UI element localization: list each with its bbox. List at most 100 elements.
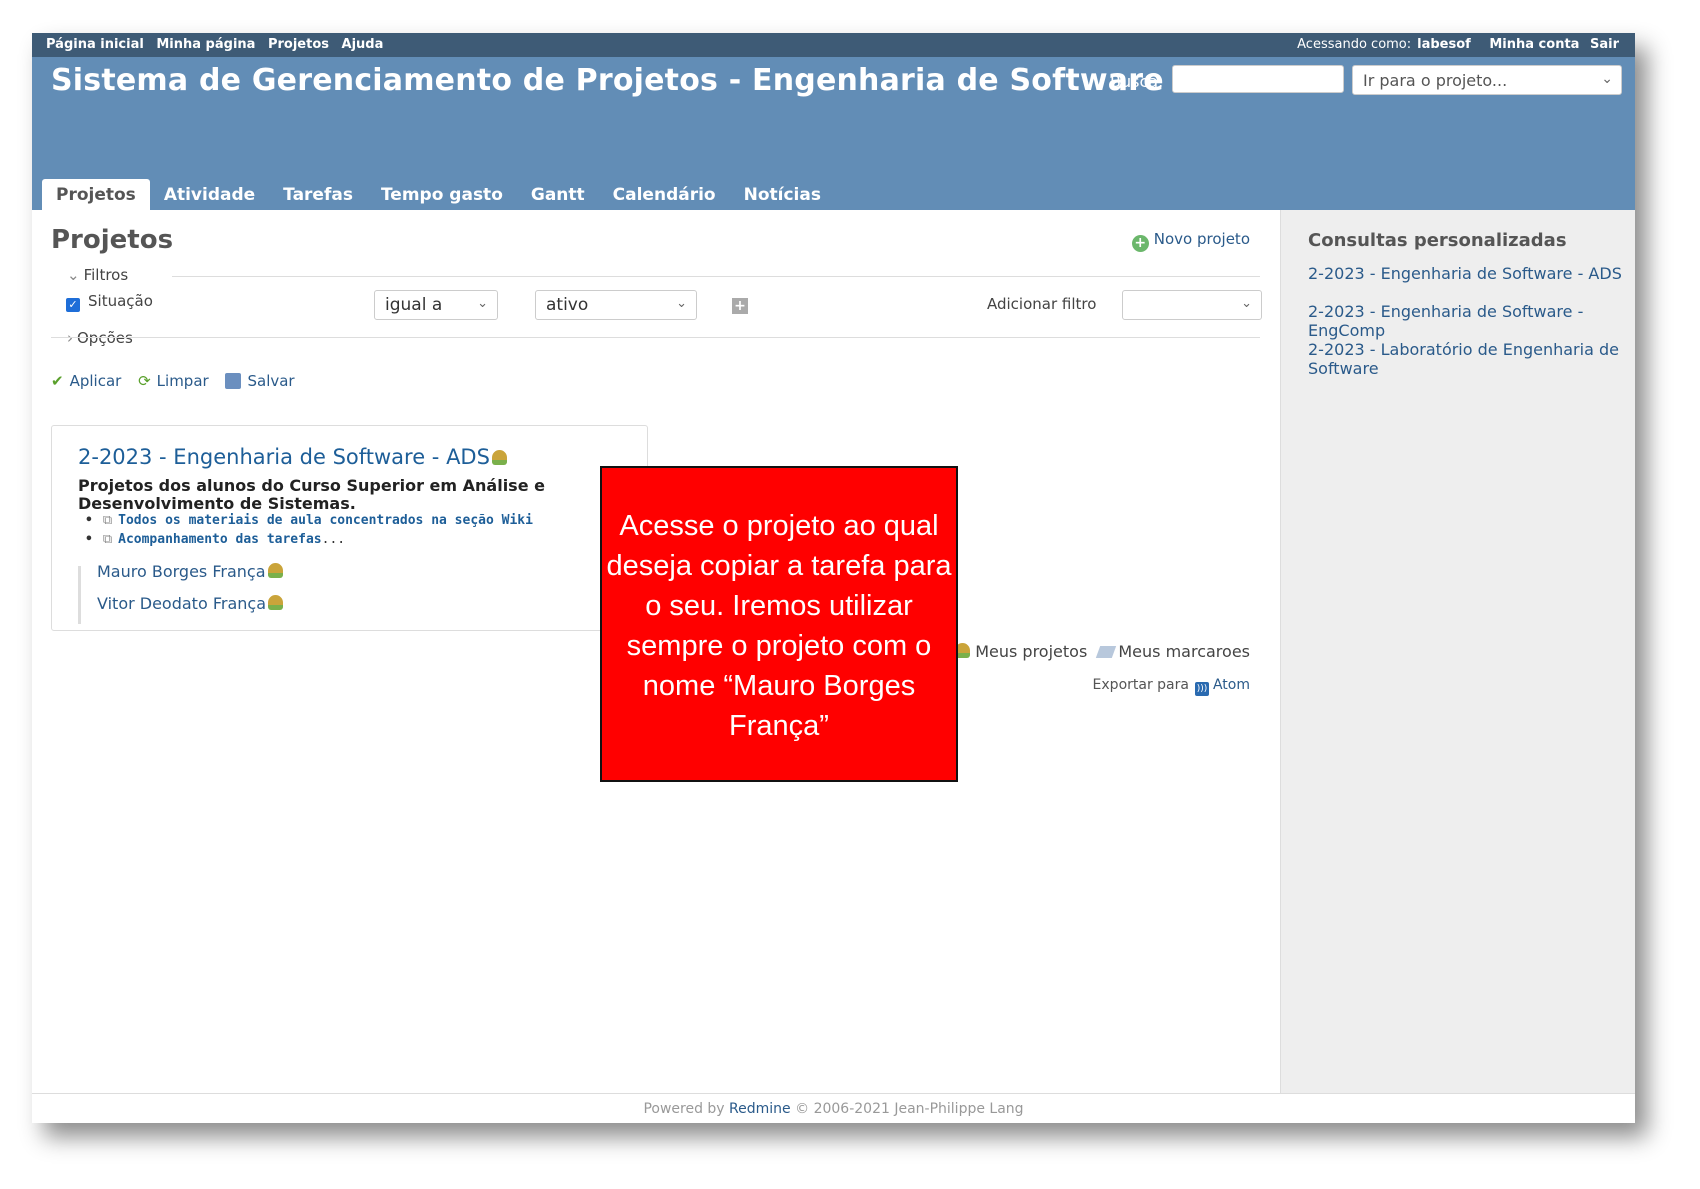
options-legend: Opções bbox=[77, 329, 133, 347]
top-menu-my-page[interactable]: Minha página bbox=[156, 37, 255, 52]
sidebar-title: Consultas personalizadas bbox=[1308, 230, 1567, 251]
export-bar: Exportar para))) Atom bbox=[1093, 677, 1250, 696]
tab-projects[interactable]: Projetos bbox=[42, 179, 150, 211]
bullet: • bbox=[85, 513, 93, 528]
page-title: Projetos bbox=[51, 225, 174, 255]
my-bookmarks-link[interactable]: Meus marcaroes bbox=[1092, 642, 1250, 661]
query-actions: ✔ Aplicar ⟳ Limpar Salvar bbox=[51, 372, 307, 390]
project-jump-select[interactable]: Ir para o projeto... ⌄ bbox=[1352, 65, 1622, 95]
export-atom-link[interactable]: Atom bbox=[1213, 677, 1250, 693]
footer: Powered by Redmine © 2006-2021 Jean-Phil… bbox=[32, 1093, 1635, 1123]
wiki-link-materials[interactable]: • ⧉ Todos os materiais de aula concentrado… bbox=[85, 513, 533, 528]
instruction-callout: Acesse o projeto ao qual deseja copiar a… bbox=[600, 466, 958, 782]
status-label: Situação bbox=[88, 292, 153, 310]
add-filter-label: Adicionar filtro bbox=[987, 295, 1097, 313]
main-menu: Projetos Atividade Tarefas Tempo gasto Gantt… bbox=[42, 179, 835, 211]
site-title: Sistema de Gerenciamento de Projetos - E… bbox=[51, 63, 1164, 98]
filters-toggle[interactable]: ⌄ Filtros bbox=[51, 266, 128, 284]
chevron-down-icon: ⌄ bbox=[477, 296, 488, 311]
bookmark-icon bbox=[1096, 646, 1117, 658]
bullet: • bbox=[85, 532, 93, 547]
reload-icon: ⟳ bbox=[138, 372, 151, 390]
subproject-name: Vitor Deodato França bbox=[97, 594, 266, 613]
top-menu-projects[interactable]: Projetos bbox=[268, 37, 329, 52]
new-project-label: Novo projeto bbox=[1153, 230, 1250, 248]
sidebar-query-engcomp[interactable]: 2-2023 - Engenharia de Software - EngCom… bbox=[1308, 302, 1628, 340]
chevron-down-icon: ⌄ bbox=[67, 266, 80, 284]
clear-label: Limpar bbox=[156, 372, 209, 390]
sidebar: Consultas personalizadas 2-2023 - Engenh… bbox=[1280, 210, 1635, 1123]
my-projects-label: Meus projetos bbox=[975, 642, 1088, 661]
subprojects-list bbox=[78, 566, 97, 624]
footer-prefix: Powered by bbox=[643, 1101, 725, 1117]
add-value-icon[interactable]: + bbox=[732, 298, 748, 314]
add-circle-icon: + bbox=[1131, 235, 1149, 252]
footer-copyright: © 2006-2021 Jean-Philippe Lang bbox=[795, 1101, 1024, 1117]
user-icon bbox=[268, 595, 283, 610]
add-filter-select[interactable]: ⌄ bbox=[1122, 290, 1262, 320]
wiki-link-label: Acompanhamento das tarefas bbox=[118, 532, 322, 547]
operator-value: igual a bbox=[385, 295, 443, 315]
search-label: Busca: bbox=[1110, 72, 1164, 91]
filters-legend: Filtros bbox=[83, 266, 129, 284]
subproject-link-mauro[interactable]: Mauro Borges França bbox=[97, 562, 283, 581]
status-checkbox[interactable]: ✓ bbox=[66, 298, 80, 312]
status-filter[interactable]: ✓ Situação bbox=[66, 292, 153, 312]
project-link[interactable]: 2-2023 - Engenharia de Software - ADS bbox=[78, 445, 507, 469]
sidebar-query-ads[interactable]: 2-2023 - Engenharia de Software - ADS bbox=[1308, 264, 1628, 283]
project-description: Projetos dos alunos do Curso Superior em… bbox=[78, 476, 545, 513]
save-button[interactable]: Salvar bbox=[225, 372, 295, 390]
status-value-select[interactable]: ativo ⌄ bbox=[535, 290, 697, 320]
tab-issues[interactable]: Tarefas bbox=[269, 179, 367, 211]
account-menu: Acessando como: labesof Minha conta Sair bbox=[1291, 37, 1619, 52]
redmine-link[interactable]: Redmine bbox=[729, 1101, 791, 1117]
ellipsis: ... bbox=[321, 532, 346, 547]
status-value: ativo bbox=[546, 295, 589, 315]
chevron-down-icon: ⌄ bbox=[1601, 71, 1613, 87]
my-projects-link[interactable]: Meus projetos bbox=[953, 642, 1087, 661]
options-toggle[interactable]: › Opções bbox=[51, 329, 133, 347]
new-project-link[interactable]: + Novo projeto bbox=[1131, 230, 1250, 252]
my-bookmarks-label: Meus marcaroes bbox=[1118, 642, 1250, 661]
tab-calendar[interactable]: Calendário bbox=[599, 179, 730, 211]
user-icon bbox=[491, 450, 507, 465]
project-card: 2-2023 - Engenharia de Software - ADS Pr… bbox=[51, 425, 648, 631]
page-icon: ⧉ bbox=[102, 532, 113, 547]
top-menu: Página inicial Minha página Projetos Aju… bbox=[32, 33, 1635, 57]
search-input[interactable] bbox=[1172, 65, 1344, 93]
header: Sistema de Gerenciamento de Projetos - E… bbox=[32, 57, 1635, 211]
check-icon: ✔ bbox=[51, 372, 64, 390]
export-label: Exportar para bbox=[1092, 677, 1189, 693]
apply-label: Aplicar bbox=[69, 372, 122, 390]
tab-news[interactable]: Notícias bbox=[730, 179, 835, 211]
tab-time-spent[interactable]: Tempo gasto bbox=[367, 179, 517, 211]
project-jump-placeholder: Ir para o projeto... bbox=[1363, 71, 1508, 90]
project-filters-links: Meus projetos Meus marcaroes bbox=[953, 642, 1250, 661]
sidebar-query-lab[interactable]: 2-2023 - Laboratório de Engenharia de So… bbox=[1308, 340, 1628, 378]
tab-gantt[interactable]: Gantt bbox=[517, 179, 599, 211]
top-menu-left: Página inicial Minha página Projetos Aju… bbox=[46, 37, 391, 52]
logged-as-label: Acessando como: bbox=[1297, 37, 1412, 52]
tab-activity[interactable]: Atividade bbox=[150, 179, 269, 211]
chevron-down-icon: ⌄ bbox=[1241, 296, 1252, 311]
feed-icon: ))) bbox=[1194, 682, 1209, 696]
logged-user[interactable]: labesof bbox=[1417, 37, 1471, 52]
save-icon bbox=[225, 373, 242, 389]
top-menu-home[interactable]: Página inicial bbox=[46, 37, 144, 52]
chevron-right-icon: › bbox=[67, 329, 73, 347]
operator-select[interactable]: igual a ⌄ bbox=[374, 290, 498, 320]
wiki-link-tasks[interactable]: • ⧉ Acompanhamento das tarefas... bbox=[85, 532, 345, 547]
subproject-link-vitor[interactable]: Vitor Deodato França bbox=[97, 594, 283, 613]
filters-divider bbox=[172, 276, 1260, 277]
user-icon bbox=[267, 563, 283, 578]
chevron-down-icon: ⌄ bbox=[676, 296, 687, 311]
clear-button[interactable]: ⟳ Limpar bbox=[138, 372, 209, 390]
project-name: 2-2023 - Engenharia de Software - ADS bbox=[78, 445, 490, 469]
apply-button[interactable]: ✔ Aplicar bbox=[51, 372, 121, 390]
logout-link[interactable]: Sair bbox=[1590, 37, 1619, 52]
top-menu-help[interactable]: Ajuda bbox=[342, 37, 384, 52]
options-divider bbox=[51, 337, 1260, 338]
my-account-link[interactable]: Minha conta bbox=[1489, 37, 1579, 52]
save-label: Salvar bbox=[247, 372, 295, 390]
page-icon: ⧉ bbox=[102, 513, 113, 528]
